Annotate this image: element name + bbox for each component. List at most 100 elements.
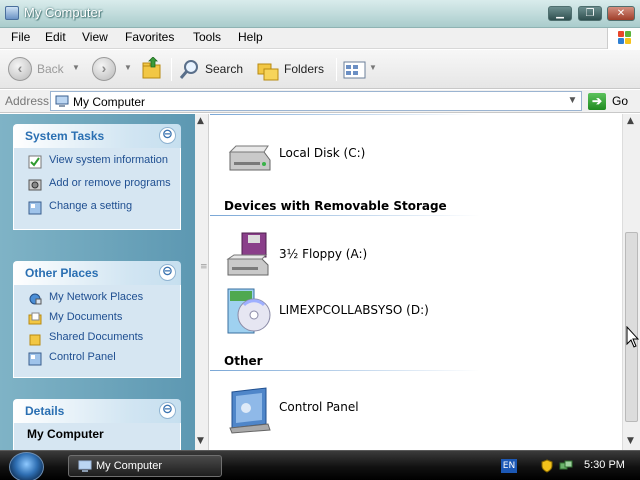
address-field[interactable]: My Computer ▼ <box>50 91 582 111</box>
place-control-panel[interactable]: Control Panel <box>14 351 180 368</box>
language-indicator[interactable]: EN <box>501 459 517 473</box>
control-panel-icon <box>28 352 42 366</box>
drive-label[interactable]: LIMEXPCOLLABSYSO (D:) <box>279 303 429 317</box>
group-divider <box>210 370 480 371</box>
system-tasks-panel: System Tasks ⊖ View system information A… <box>13 124 181 230</box>
system-tasks-body: View system information Add or remove pr… <box>13 148 181 230</box>
control-panel-icon <box>28 201 42 215</box>
folder-up-icon[interactable] <box>140 57 164 81</box>
toolbar: ‹ Back ▼ › ▼ Search Folders ▼ <box>0 50 640 89</box>
drive-label[interactable]: 3½ Floppy (A:) <box>279 247 367 261</box>
system-tasks-header[interactable]: System Tasks ⊖ <box>13 124 181 148</box>
drive-label[interactable]: Local Disk (C:) <box>279 146 365 160</box>
go-button-label[interactable]: Go <box>612 94 628 108</box>
other-places-title: Other Places <box>25 266 99 280</box>
item-label[interactable]: Control Panel <box>279 400 359 414</box>
details-title: Details <box>25 404 65 418</box>
folders-button-label[interactable]: Folders <box>284 62 324 76</box>
place-my-documents[interactable]: My Documents <box>14 311 180 328</box>
my-computer-icon <box>78 460 92 472</box>
task-label[interactable]: View system information <box>49 154 168 166</box>
title-bar: My Computer ▁ ❐ ✕ <box>0 0 640 28</box>
scroll-up-arrow-icon[interactable]: ▲ <box>197 116 204 126</box>
menu-view[interactable]: View <box>80 30 110 44</box>
back-arrow-icon[interactable]: ‹ <box>8 57 32 81</box>
forward-arrow-icon[interactable]: › <box>92 57 116 81</box>
item-control-panel[interactable]: Control Panel <box>224 384 524 434</box>
network-tray-icon[interactable] <box>559 459 573 473</box>
task-pane: System Tasks ⊖ View system information A… <box>0 114 195 450</box>
drive-item-local-disk[interactable]: Local Disk (C:) <box>224 130 524 180</box>
details-body: My Computer <box>13 423 181 450</box>
cd-drive-icon <box>227 288 271 334</box>
taskbar: My Computer EN 5:30 PM <box>0 450 640 480</box>
address-dropdown-icon[interactable]: ▼ <box>564 92 581 110</box>
window-title: My Computer <box>24 5 103 20</box>
scroll-up-arrow-icon[interactable]: ▲ <box>627 116 634 126</box>
search-button-label[interactable]: Search <box>205 62 243 76</box>
security-shield-icon[interactable] <box>540 459 554 473</box>
task-change-setting[interactable]: Change a setting <box>14 200 180 220</box>
collapse-chevron-icon[interactable]: ⊖ <box>159 264 176 281</box>
details-panel: Details ⊖ My Computer <box>13 399 181 450</box>
task-label[interactable]: Change a setting <box>49 200 132 212</box>
details-header[interactable]: Details ⊖ <box>13 399 181 423</box>
minimize-button[interactable]: ▁ <box>548 6 572 21</box>
task-add-remove-programs[interactable]: Add or remove programs <box>14 177 180 197</box>
group-divider <box>210 215 480 216</box>
collapse-chevron-icon[interactable]: ⊖ <box>159 127 176 144</box>
toolbar-separator <box>171 58 172 81</box>
place-label[interactable]: My Network Places <box>49 291 143 303</box>
menu-edit[interactable]: Edit <box>43 30 68 44</box>
add-remove-programs-icon <box>28 179 42 191</box>
start-button-orb-icon[interactable] <box>9 452 44 480</box>
back-dropdown-icon[interactable]: ▼ <box>72 63 80 72</box>
task-label[interactable]: Add or remove programs <box>49 177 171 189</box>
menu-bar: File Edit View Favorites Tools Help <box>0 28 640 49</box>
floppy-drive-icon <box>226 232 269 276</box>
network-places-icon <box>29 293 42 305</box>
views-icon[interactable] <box>343 59 367 81</box>
drive-item-floppy[interactable]: 3½ Floppy (A:) <box>224 231 524 281</box>
collapse-chevron-icon[interactable]: ⊖ <box>159 402 176 419</box>
other-places-header[interactable]: Other Places ⊖ <box>13 261 181 285</box>
menu-help[interactable]: Help <box>236 30 265 44</box>
maximize-button[interactable]: ❐ <box>578 6 602 21</box>
menu-file[interactable]: File <box>9 30 32 44</box>
forward-dropdown-icon[interactable]: ▼ <box>124 63 132 72</box>
place-label[interactable]: Shared Documents <box>49 331 143 343</box>
search-icon[interactable] <box>178 58 202 82</box>
system-information-icon <box>28 155 42 169</box>
pane-splitter[interactable]: ▲ ≡ ▼ <box>195 114 209 450</box>
splitter-grip-icon[interactable]: ≡ <box>200 262 208 272</box>
address-value[interactable]: My Computer <box>73 95 145 109</box>
menu-tools[interactable]: Tools <box>191 30 223 44</box>
go-arrow-icon[interactable]: ➔ <box>588 93 606 110</box>
system-clock[interactable]: 5:30 PM <box>584 459 625 471</box>
drive-item-cd[interactable]: LIMEXPCOLLABSYSO (D:) <box>224 287 524 337</box>
taskbar-button-label[interactable]: My Computer <box>96 460 162 472</box>
address-label: Address <box>5 94 50 108</box>
menu-favorites[interactable]: Favorites <box>123 30 176 44</box>
place-label[interactable]: Control Panel <box>49 351 116 363</box>
system-tasks-title: System Tasks <box>25 129 105 143</box>
scroll-down-arrow-icon[interactable]: ▼ <box>197 436 204 446</box>
place-shared-documents[interactable]: Shared Documents <box>14 331 180 348</box>
back-button-label[interactable]: Back <box>37 62 64 76</box>
scroll-down-arrow-icon[interactable]: ▼ <box>627 436 634 446</box>
views-dropdown-icon[interactable]: ▼ <box>369 63 377 72</box>
task-view-system-information[interactable]: View system information <box>14 154 180 174</box>
taskbar-button-my-computer[interactable]: My Computer <box>68 455 222 477</box>
close-button[interactable]: ✕ <box>607 6 635 21</box>
mouse-pointer-icon <box>626 326 640 348</box>
shared-documents-icon <box>29 334 41 346</box>
place-label[interactable]: My Documents <box>49 311 122 323</box>
group-divider <box>210 114 480 115</box>
other-places-panel: Other Places ⊖ My Network Places My Docu… <box>13 261 181 378</box>
other-places-body: My Network Places My Documents Shared Do… <box>13 285 181 378</box>
my-computer-icon <box>5 6 19 20</box>
group-title-other: Other <box>224 354 263 368</box>
place-my-network-places[interactable]: My Network Places <box>14 291 180 308</box>
folders-icon[interactable] <box>256 58 280 82</box>
vertical-scrollbar[interactable]: ▲ ▼ <box>622 114 640 450</box>
